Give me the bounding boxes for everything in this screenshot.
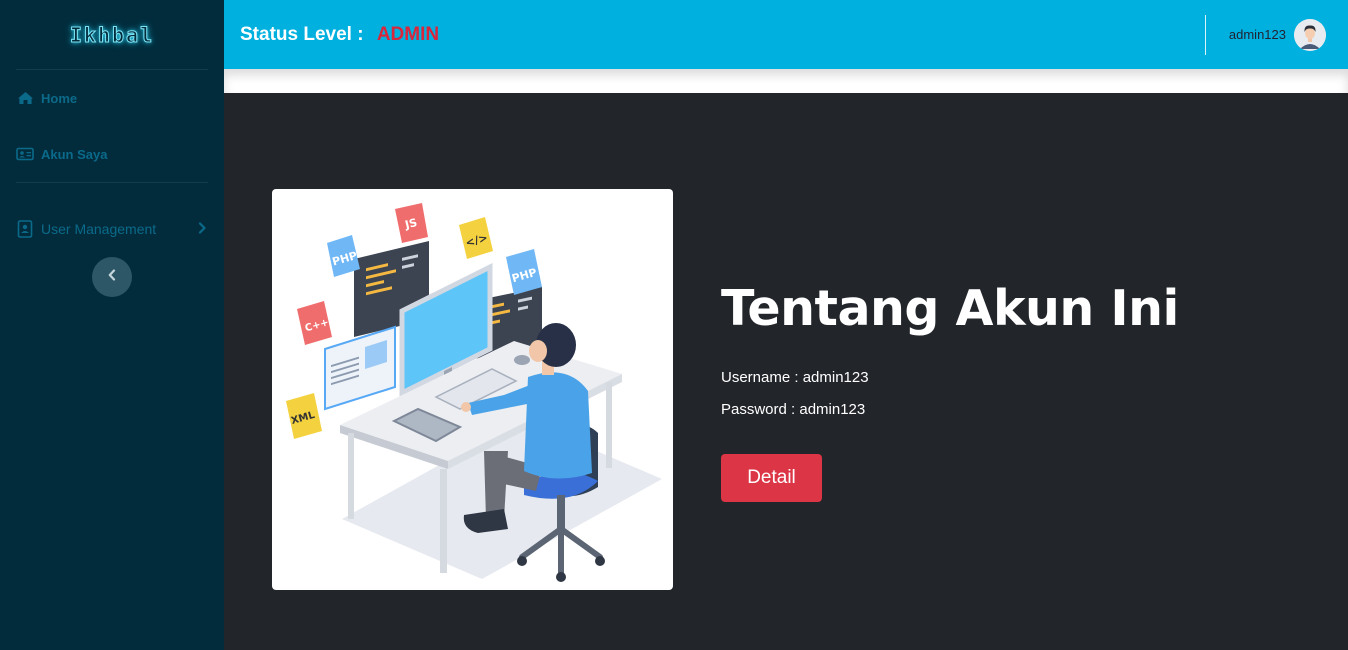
sidebar-item-label: User Management	[41, 221, 157, 237]
user-name[interactable]: admin123	[1229, 27, 1286, 42]
php-badge-2: PHP	[506, 249, 542, 295]
js-badge: JS	[395, 203, 428, 243]
sidebar: Ikhbal Home Akun Saya User Management	[0, 0, 224, 650]
cpp-badge: C++	[297, 301, 332, 345]
status-level: Status Level : ADMIN	[240, 24, 439, 46]
home-icon	[16, 91, 34, 105]
brand-logo[interactable]: Ikhbal	[69, 22, 154, 47]
xml-badge: XML	[286, 393, 322, 439]
code-badge: </>	[459, 217, 493, 259]
developer-illustration: PHP JS </> PHP C++ XML	[286, 203, 662, 582]
user-menu[interactable]: admin123	[1204, 0, 1326, 69]
page-title: Tentang Akun Ini	[721, 280, 1179, 337]
sidebar-toggle-button[interactable]	[92, 257, 132, 297]
topbar: Status Level : ADMIN admin123	[224, 0, 1348, 69]
illustration-card: PHP JS </> PHP C++ XML	[272, 189, 673, 590]
sidebar-item-home[interactable]: Home	[0, 70, 224, 126]
chevron-right-icon	[198, 221, 206, 237]
detail-button[interactable]: Detail	[721, 454, 822, 502]
status-level-label: Status Level :	[240, 23, 364, 45]
user-avatar-icon[interactable]	[1294, 18, 1326, 51]
address-book-icon	[16, 220, 34, 238]
chevron-left-icon	[108, 268, 116, 286]
id-card-icon	[16, 147, 34, 161]
brand[interactable]: Ikhbal	[0, 0, 224, 69]
topbar-divider	[1204, 14, 1206, 55]
header-shadow-strip	[224, 69, 1348, 93]
username-info: Username : admin123	[721, 369, 869, 386]
status-level-value: ADMIN	[376, 23, 440, 45]
sidebar-item-label: Home	[41, 90, 78, 106]
password-info: Password : admin123	[721, 401, 866, 418]
sidebar-item-label: Akun Saya	[41, 146, 108, 162]
sidebar-item-akun-saya[interactable]: Akun Saya	[0, 126, 224, 182]
